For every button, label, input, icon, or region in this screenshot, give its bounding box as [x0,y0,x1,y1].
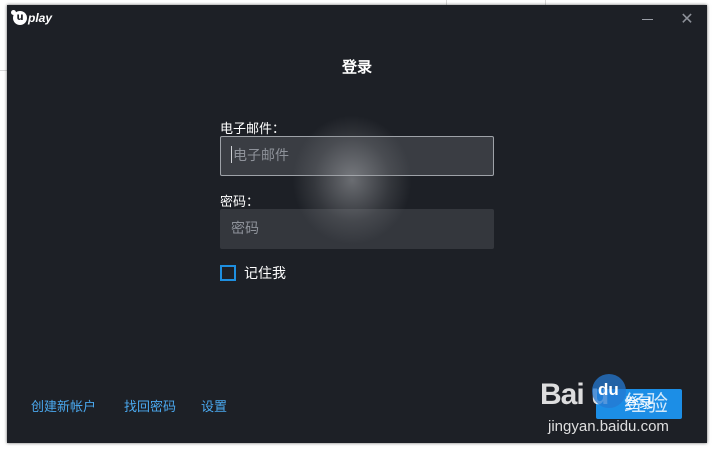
checkbox-icon[interactable] [220,265,236,281]
uplay-logo: u play [11,10,53,25]
page-title: 登录 [341,58,372,76]
create-account-link[interactable]: 创建新帐户 [31,396,96,415]
minimize-button[interactable] [637,9,659,29]
password-placeholder: 密码 [231,221,259,237]
uplay-login-window: u play ✕ 登录 电子邮件： 电子邮件 密码： 密码 记住我 创建新帐户 … [7,5,707,443]
password-label: 密码： [220,195,260,210]
minimize-icon [642,19,653,20]
settings-link[interactable]: 设置 [201,396,227,415]
text-caret [231,146,232,163]
remember-me-checkbox[interactable]: 记住我 [220,263,286,283]
email-label: 电子邮件： [220,122,286,137]
title-bar[interactable]: u play ✕ [7,5,707,35]
email-field[interactable]: 电子邮件 [220,136,494,176]
email-placeholder: 电子邮件 [233,148,289,164]
remember-me-label: 记住我 [244,266,286,282]
recover-password-link[interactable]: 找回密码 [124,396,176,415]
password-field[interactable]: 密码 [220,209,494,249]
close-icon: ✕ [680,9,694,28]
logo-text: play [28,11,53,25]
close-button[interactable]: ✕ [676,9,698,29]
login-button[interactable]: 登录 [596,389,682,419]
logo-dot-icon [11,10,16,15]
